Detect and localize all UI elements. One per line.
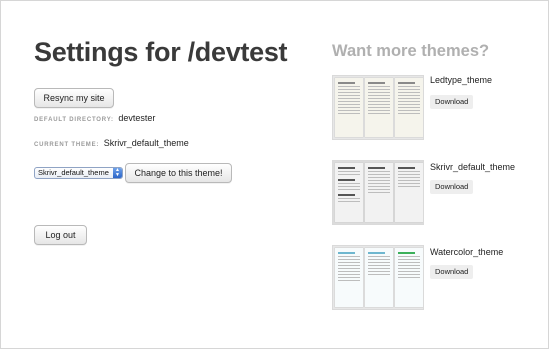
change-theme-button[interactable]: Change to this theme!	[125, 163, 232, 183]
theme-select[interactable]: Skrivr_default_theme ▲ ▼	[34, 167, 123, 179]
theme-card: Watercolor_theme Download	[332, 245, 542, 315]
resync-button[interactable]: Resync my site	[34, 88, 114, 108]
theme-thumbnail	[332, 160, 424, 225]
download-button[interactable]: Download	[430, 95, 474, 109]
default-directory-value: devtester	[118, 113, 156, 123]
page-title: Settings for /devtest	[34, 37, 288, 67]
theme-card: Skrivr_default_theme Download	[332, 160, 542, 230]
theme-card: Ledtype_theme Download	[332, 75, 542, 145]
logout-button[interactable]: Log out	[34, 225, 87, 245]
default-directory-row: DEFAULT DIRECTORY: devtester	[34, 113, 155, 123]
current-theme-value: Skrivr_default_theme	[103, 138, 189, 148]
theme-thumbnail	[332, 245, 424, 310]
theme-name: Skrivr_default_theme	[430, 162, 516, 172]
theme-thumbnail	[332, 75, 424, 140]
updown-arrows-icon: ▲ ▼	[113, 168, 122, 178]
theme-name: Ledtype_theme	[430, 75, 493, 85]
current-theme-row: CURRENT THEME: Skrivr_default_theme	[34, 138, 189, 148]
current-theme-label: CURRENT THEME:	[34, 142, 100, 148]
theme-select-value: Skrivr_default_theme	[38, 168, 109, 177]
download-button[interactable]: Download	[430, 180, 474, 194]
more-themes-heading: Want more themes?	[332, 42, 490, 60]
theme-name: Watercolor_theme	[430, 247, 504, 257]
download-button[interactable]: Download	[430, 265, 474, 279]
default-directory-label: DEFAULT DIRECTORY:	[34, 117, 114, 123]
